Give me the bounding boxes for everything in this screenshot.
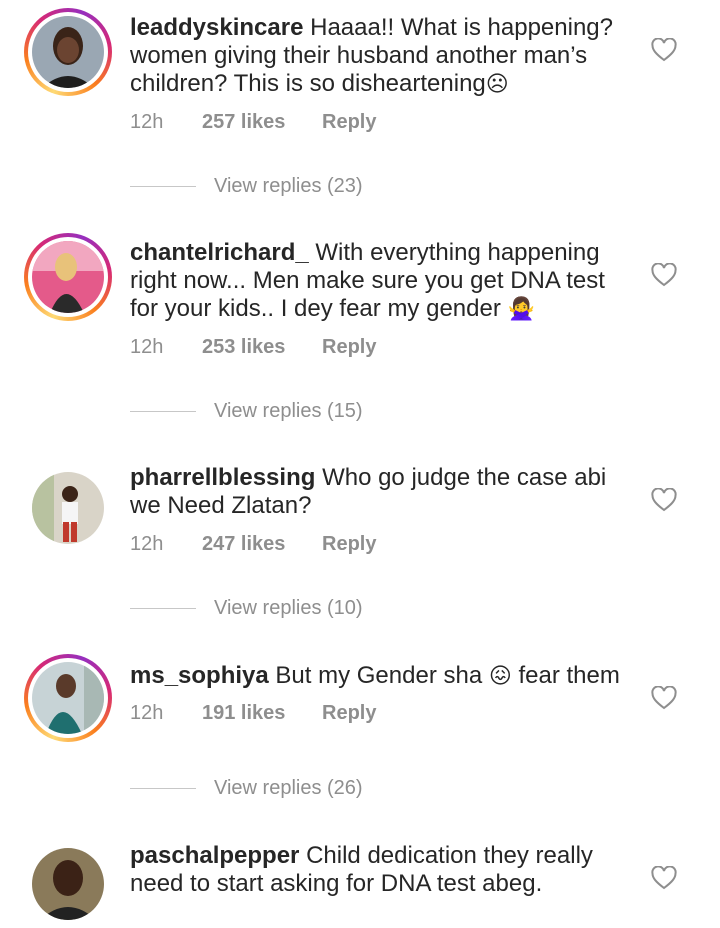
avatar-story-ring[interactable] <box>24 233 112 321</box>
avatar-story-ring[interactable] <box>24 8 112 96</box>
view-replies-label: View replies (10) <box>214 597 363 619</box>
comment-likes[interactable]: 247 likes <box>202 533 322 556</box>
comment-text: chantelrichard_ With everything happenin… <box>130 239 630 324</box>
heart-outline-icon[interactable] <box>651 263 677 287</box>
avatar[interactable] <box>24 464 112 552</box>
divider <box>130 788 196 789</box>
heart-outline-icon[interactable] <box>651 686 677 710</box>
comment-username[interactable]: chantelrichard_ <box>130 239 309 266</box>
reply-button[interactable]: Reply <box>322 336 376 359</box>
divider <box>130 608 196 609</box>
comment-username[interactable]: paschalpepper <box>130 842 299 869</box>
view-replies-link[interactable]: View replies (23) <box>130 175 363 198</box>
heart-outline-icon[interactable] <box>651 866 677 890</box>
comment-body-end: fear them <box>518 662 620 689</box>
reply-button[interactable]: Reply <box>322 702 376 725</box>
avatar-image <box>32 848 104 920</box>
comment-text: pharrellblessing Who go judge the case a… <box>130 464 630 520</box>
avatar <box>32 662 104 734</box>
comment-time: 12h <box>130 533 164 555</box>
avatar[interactable] <box>24 840 112 928</box>
divider <box>130 411 196 412</box>
comment-time: 12h <box>130 111 164 133</box>
comment-body: But my Gender sha <box>275 662 483 689</box>
comment-time: 12h <box>130 336 164 358</box>
avatar-image <box>32 472 104 544</box>
heart-outline-icon[interactable] <box>651 488 677 512</box>
avatar-story-ring[interactable] <box>24 654 112 742</box>
avatar <box>32 241 104 313</box>
comment-likes[interactable]: 191 likes <box>202 702 322 725</box>
reply-button[interactable]: Reply <box>322 111 376 134</box>
view-replies-label: View replies (15) <box>214 400 363 422</box>
comment-item: leaddyskincare Haaaa!! What is happening… <box>0 0 720 215</box>
reply-button[interactable]: Reply <box>322 533 376 556</box>
comment-likes[interactable]: 253 likes <box>202 336 322 359</box>
woman-gesturing-no-emoji: 🙅‍♀ <box>507 297 535 322</box>
heart-outline-icon[interactable] <box>651 38 677 62</box>
view-replies-label: View replies (23) <box>214 175 363 197</box>
comment-username[interactable]: leaddyskincare <box>130 14 303 41</box>
comment-likes[interactable]: 257 likes <box>202 111 322 134</box>
comment-time: 12h <box>130 702 164 724</box>
comment-item: ms_sophiya But my Gender sha 😖 fear them… <box>0 648 720 818</box>
comment-text: paschalpepper Child dedication they real… <box>130 842 630 898</box>
view-replies-link[interactable]: View replies (15) <box>130 400 363 423</box>
comment-text: ms_sophiya But my Gender sha 😖 fear them <box>130 662 630 691</box>
comment-item: paschalpepper Child dedication they real… <box>0 828 720 921</box>
divider <box>130 186 196 187</box>
sad-face-emoji: ☹ <box>485 72 509 97</box>
view-replies-link[interactable]: View replies (26) <box>130 777 363 800</box>
avatar <box>32 16 104 88</box>
comment-username[interactable]: ms_sophiya <box>130 662 269 689</box>
comment-text: leaddyskincare Haaaa!! What is happening… <box>130 14 630 99</box>
view-replies-label: View replies (26) <box>214 777 363 799</box>
view-replies-link[interactable]: View replies (10) <box>130 597 363 620</box>
comment-username[interactable]: pharrellblessing <box>130 464 315 491</box>
comment-item: pharrellblessing Who go judge the case a… <box>0 450 720 630</box>
confounded-face-emoji: 😖 <box>488 664 512 689</box>
comment-item: chantelrichard_ With everything happenin… <box>0 225 720 435</box>
